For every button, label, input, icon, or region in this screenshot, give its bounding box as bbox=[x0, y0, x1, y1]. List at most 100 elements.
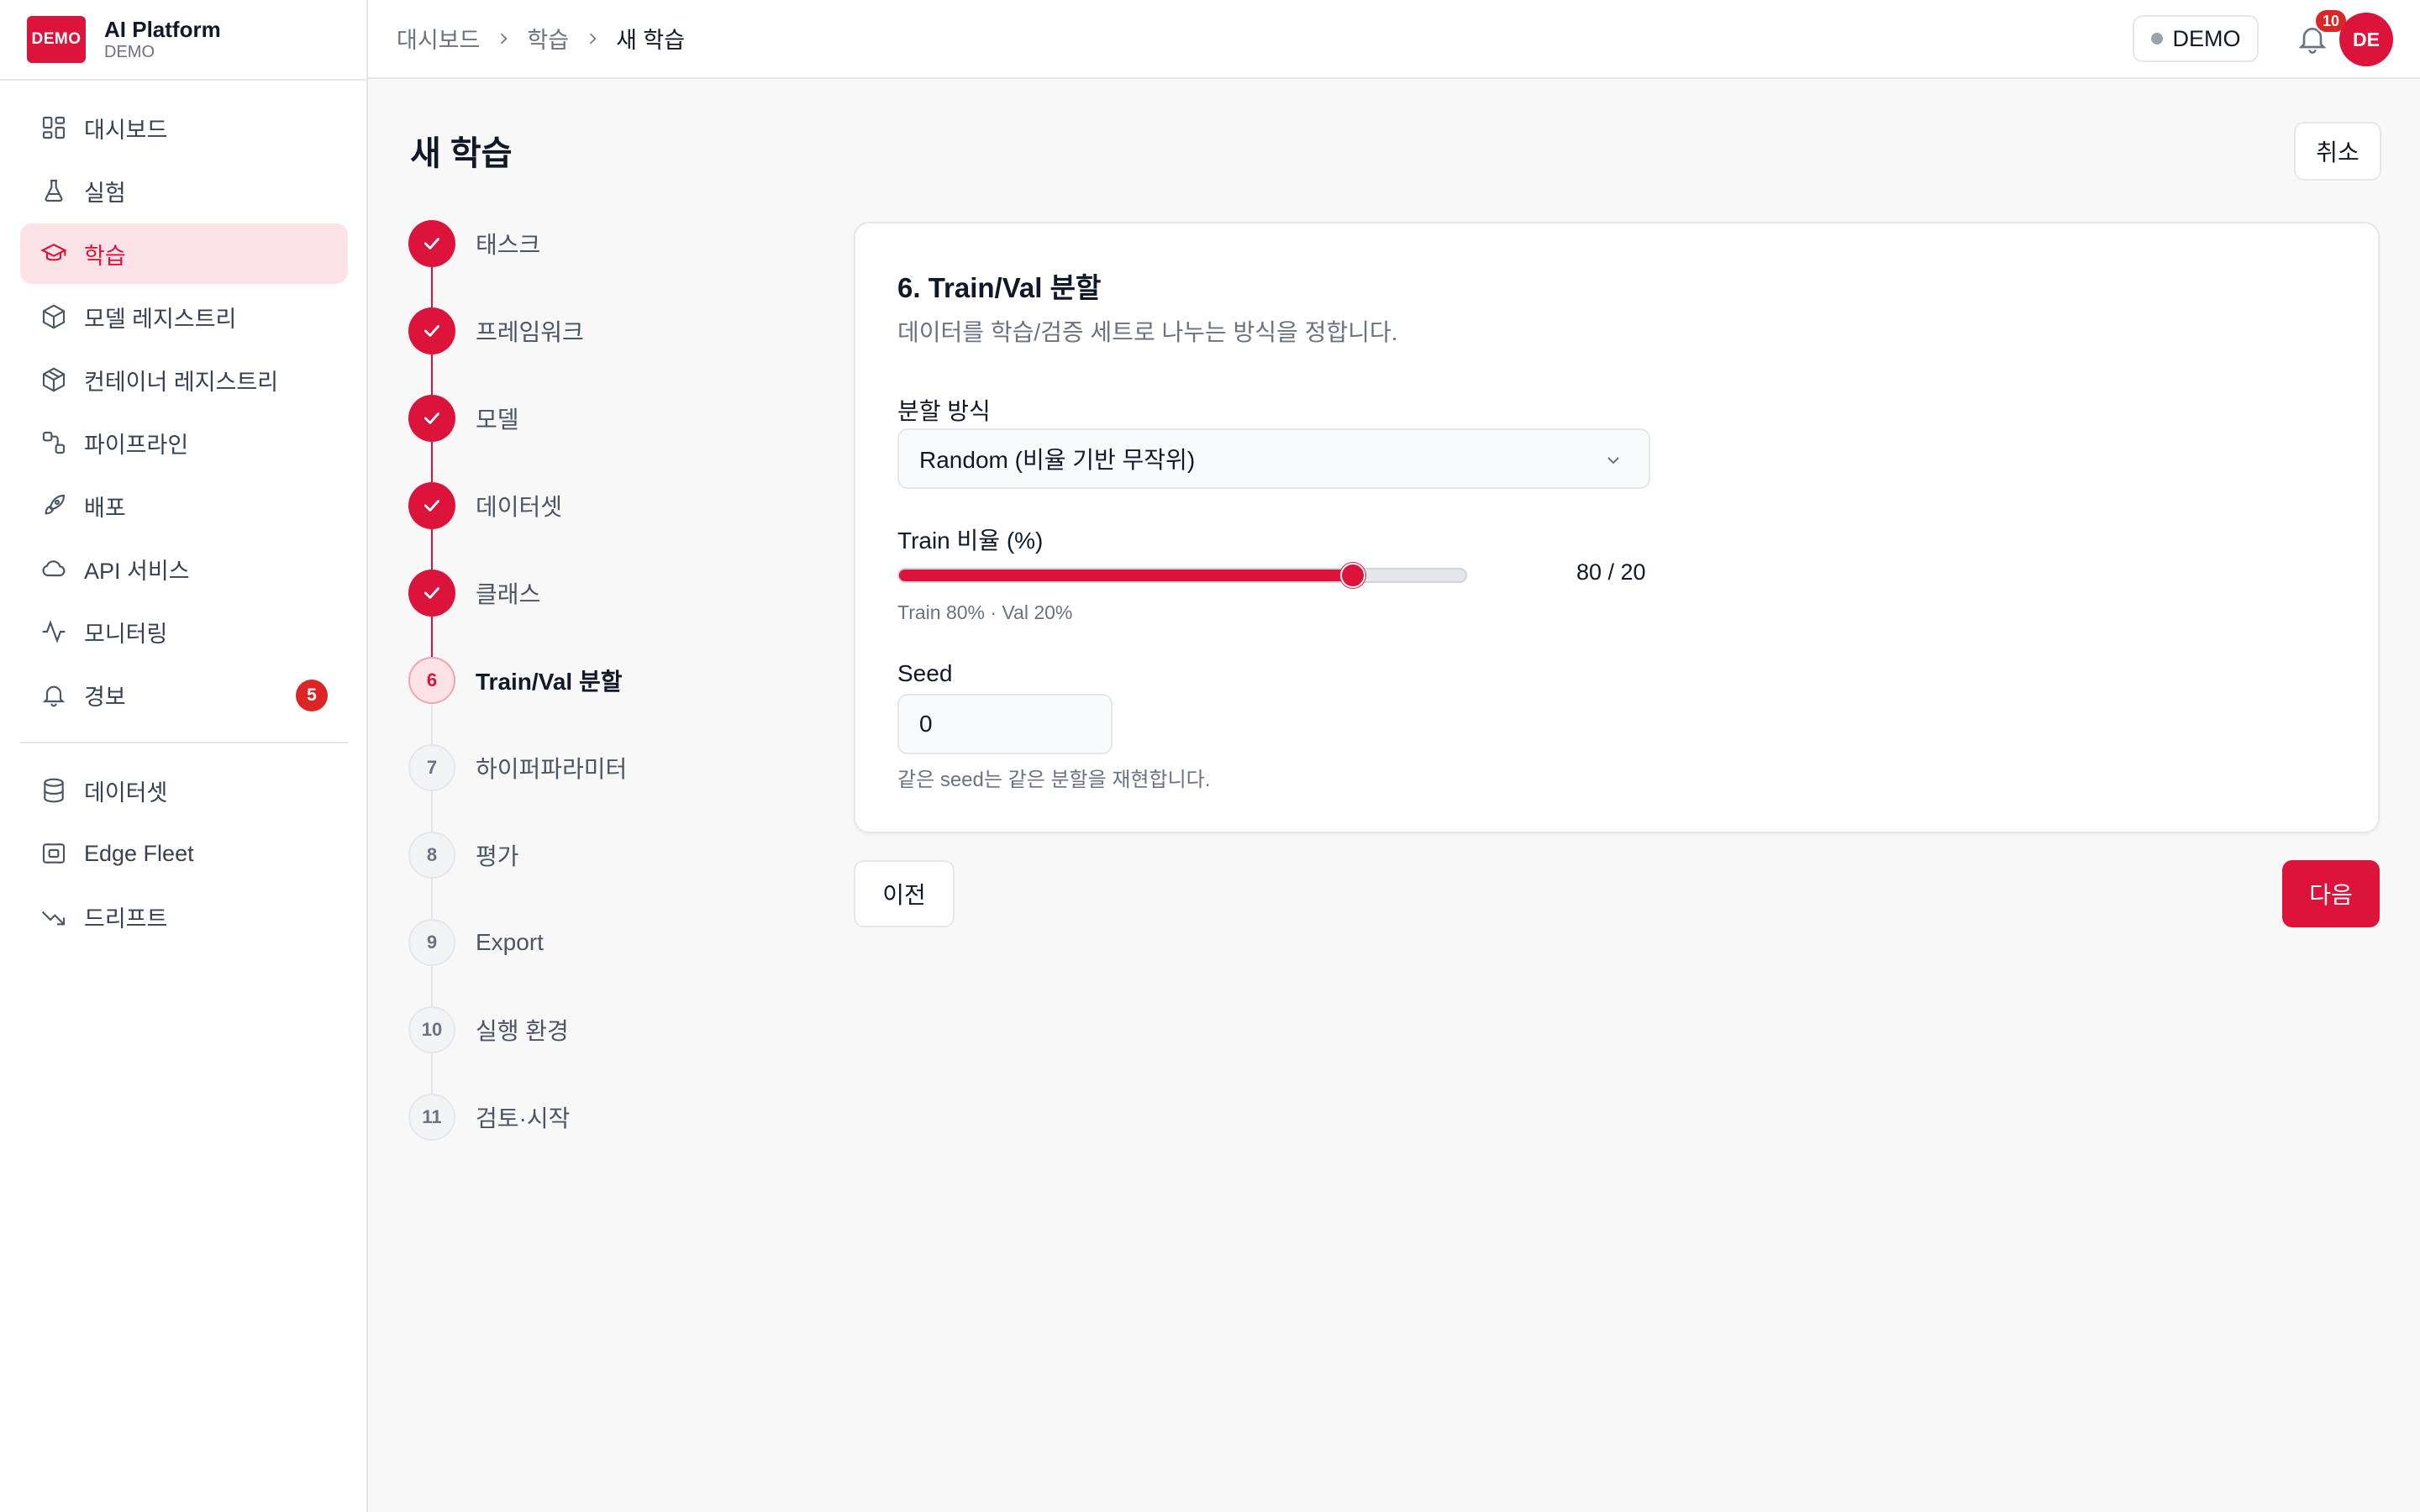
sidebar-item-label: 배포 bbox=[84, 495, 126, 521]
step-label: 프레임워크 bbox=[476, 319, 584, 345]
step-number: 10 bbox=[408, 1006, 455, 1053]
breadcrumb-item-current: 새 학습 bbox=[616, 28, 686, 53]
sidebar-item-label: API 서비스 bbox=[84, 558, 190, 584]
train-ratio-hint: Train 80% · Val 20% bbox=[897, 601, 1073, 623]
wizard-step-10: 10 실행 환경 bbox=[408, 1006, 744, 1053]
wizard-step-2[interactable]: 프레임워크 bbox=[408, 307, 744, 354]
sidebar-nav: 대시보드 실험 학습 모델 레지스트리 컨테이너 레지스트리 파이프라인 배포 bbox=[20, 97, 348, 949]
wizard-step-8: 8 평가 bbox=[408, 832, 744, 879]
step-label: Train/Val 분할 bbox=[476, 669, 623, 695]
card-description: 데이터를 학습/검증 세트로 나누는 방식을 정합니다. bbox=[897, 319, 1398, 345]
seed-hint: 같은 seed는 같은 분할을 재현합니다. bbox=[897, 769, 1211, 791]
train-ratio-value: 80 / 20 bbox=[1576, 559, 1646, 585]
chevron-right-icon bbox=[584, 30, 601, 47]
step-connector bbox=[431, 879, 433, 919]
step-connector bbox=[431, 966, 433, 1006]
step-number: 6 bbox=[408, 657, 455, 704]
step-connector bbox=[431, 791, 433, 832]
sidebar: DEMO AI Platform DEMO 대시보드 실험 학습 모델 레지스트… bbox=[0, 0, 368, 1512]
cancel-button[interactable]: 취소 bbox=[2294, 122, 2381, 181]
brand-logo: DEMO bbox=[27, 16, 86, 63]
sidebar-item-label: 드리프트 bbox=[84, 906, 168, 932]
sidebar-item-label: 파이프라인 bbox=[84, 432, 189, 458]
next-button[interactable]: 다음 bbox=[2282, 860, 2380, 927]
sidebar-item-label: Edge Fleet bbox=[84, 840, 194, 866]
sidebar-item-dashboard[interactable]: 대시보드 bbox=[20, 97, 348, 158]
breadcrumb-item-training[interactable]: 학습 bbox=[527, 22, 569, 55]
step-number: 8 bbox=[408, 832, 455, 879]
sidebar-item-alerts[interactable]: 경보 5 bbox=[20, 664, 348, 725]
sidebar-item-container-registry[interactable]: 컨테이너 레지스트리 bbox=[20, 349, 348, 410]
sidebar-item-datasets[interactable]: 데이터셋 bbox=[20, 760, 348, 821]
breadcrumb: 대시보드 학습 새 학습 bbox=[397, 22, 685, 55]
split-method-label: 분할 방식 bbox=[897, 398, 991, 424]
sidebar-item-label: 데이터셋 bbox=[84, 780, 168, 806]
top-header: 대시보드 학습 새 학습 DEMO 10 DE bbox=[368, 0, 2420, 79]
check-icon bbox=[424, 587, 439, 599]
cube-icon bbox=[42, 304, 66, 329]
split-method-value: Random (비율 기반 무작위) bbox=[919, 447, 1196, 473]
step-connector bbox=[431, 529, 433, 570]
step-label: 검토·시작 bbox=[476, 1105, 571, 1131]
step-label: 실행 환경 bbox=[476, 1018, 569, 1044]
sidebar-divider bbox=[20, 742, 348, 743]
train-ratio-slider-track[interactable] bbox=[897, 568, 1467, 583]
sidebar-item-label: 학습 bbox=[84, 243, 126, 269]
sidebar-item-monitoring[interactable]: 모니터링 bbox=[20, 601, 348, 662]
step-label: 데이터셋 bbox=[476, 494, 563, 520]
wizard-step-11: 11 검토·시작 bbox=[408, 1094, 744, 1141]
wizard-step-7: 7 하이퍼파라미터 bbox=[408, 744, 744, 791]
user-avatar[interactable]: DE bbox=[2339, 13, 2393, 66]
environment-selector[interactable]: DEMO bbox=[2133, 15, 2259, 62]
wizard-step-6[interactable]: 6 Train/Val 분할 bbox=[408, 657, 744, 704]
chevron-right-icon bbox=[495, 30, 512, 47]
step-label: 모델 bbox=[476, 407, 519, 433]
flask-icon bbox=[45, 179, 63, 202]
chevron-down-icon bbox=[1607, 457, 1619, 465]
step-label: Export bbox=[476, 929, 544, 955]
step-number: 11 bbox=[408, 1094, 455, 1141]
wizard-step-5[interactable]: 클래스 bbox=[408, 570, 744, 617]
check-icon bbox=[424, 325, 439, 337]
wizard-step-3[interactable]: 모델 bbox=[408, 395, 744, 442]
sidebar-item-edge-fleet[interactable]: Edge Fleet bbox=[20, 823, 348, 884]
step-label: 클래스 bbox=[476, 581, 541, 607]
sidebar-item-label: 대시보드 bbox=[84, 117, 168, 143]
environment-label: DEMO bbox=[2172, 25, 2241, 51]
sidebar-item-deploy[interactable]: 배포 bbox=[20, 475, 348, 536]
step-label: 하이퍼파라미터 bbox=[476, 756, 628, 782]
sidebar-item-drift[interactable]: 드리프트 bbox=[20, 886, 348, 947]
alerts-count-badge: 5 bbox=[296, 680, 328, 711]
step-check-icon bbox=[408, 220, 455, 267]
sidebar-item-label: 실험 bbox=[84, 180, 126, 206]
breadcrumb-item-dashboard[interactable]: 대시보드 bbox=[397, 22, 480, 55]
sidebar-item-pipeline[interactable]: 파이프라인 bbox=[20, 412, 348, 473]
step-connector bbox=[431, 704, 433, 744]
check-icon bbox=[424, 500, 439, 512]
pipeline-icon bbox=[42, 431, 66, 454]
cloud-icon bbox=[42, 560, 66, 577]
step-check-icon bbox=[408, 307, 455, 354]
sidebar-item-api-service[interactable]: API 서비스 bbox=[20, 538, 348, 599]
sidebar-item-model-registry[interactable]: 모델 레지스트리 bbox=[20, 286, 348, 347]
sidebar-item-label: 컨테이너 레지스트리 bbox=[84, 369, 279, 395]
step-check-icon bbox=[408, 395, 455, 442]
train-ratio-label: Train 비율 (%) bbox=[897, 528, 1044, 554]
sidebar-item-experiments[interactable]: 실험 bbox=[20, 160, 348, 221]
train-ratio-slider-thumb[interactable] bbox=[1340, 563, 1366, 588]
brand-sub: DEMO bbox=[104, 43, 155, 61]
seed-input[interactable] bbox=[897, 694, 1113, 754]
wizard-step-4[interactable]: 데이터셋 bbox=[408, 482, 744, 529]
dashboard-icon bbox=[42, 116, 66, 139]
sidebar-item-training[interactable]: 학습 bbox=[20, 223, 348, 284]
step-connector bbox=[431, 442, 433, 482]
trend-down-icon bbox=[41, 911, 66, 926]
step-label: 평가 bbox=[476, 843, 519, 869]
split-method-select[interactable]: Random (비율 기반 무작위) bbox=[897, 428, 1650, 489]
step-number: 7 bbox=[408, 744, 455, 791]
rocket-icon bbox=[45, 494, 66, 515]
previous-button[interactable]: 이전 bbox=[854, 860, 955, 927]
wizard-step-1[interactable]: 태스크 bbox=[408, 220, 744, 267]
container-icon bbox=[42, 367, 66, 392]
brand[interactable]: DEMO AI Platform DEMO bbox=[27, 16, 221, 63]
